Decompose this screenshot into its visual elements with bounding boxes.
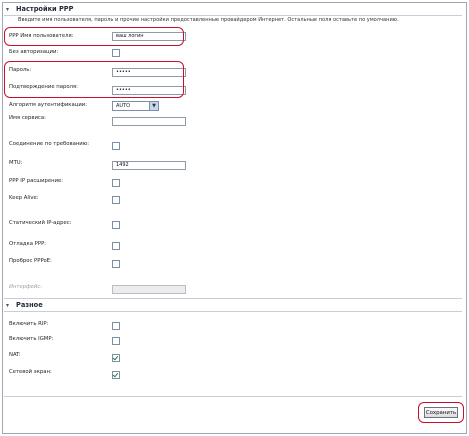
section-divider: [4, 15, 462, 16]
igmp-label: Включить IGMP:: [9, 336, 54, 342]
auth-algo-label: Алгоритм аутентификации:: [9, 102, 88, 108]
ppp-description: Введите имя пользователя, пароль и прочи…: [18, 17, 399, 23]
ppp-section-title: Настройки PPP: [16, 5, 74, 13]
on-demand-checkbox[interactable]: [112, 142, 120, 150]
misc-section-title: Разное: [16, 301, 43, 309]
ppp-ip-ext-checkbox[interactable]: [112, 179, 120, 187]
ppp-section-header[interactable]: ▾ Настройки PPP: [6, 4, 73, 14]
firewall-label: Сетевой экран:: [9, 369, 52, 375]
section-divider: [4, 396, 462, 397]
auth-algo-select[interactable]: AUTO ▼: [112, 101, 159, 111]
collapse-icon[interactable]: ▾: [6, 6, 16, 13]
mtu-label: MTU:: [9, 160, 23, 166]
firewall-checkbox[interactable]: [112, 371, 120, 379]
ppp-debug-checkbox[interactable]: [112, 242, 120, 250]
section-divider: [4, 311, 462, 312]
rip-label: Включить RIP:: [9, 321, 49, 327]
on-demand-label: Соединение по требованию:: [9, 141, 89, 147]
no-auth-checkbox[interactable]: [112, 49, 120, 57]
save-button[interactable]: Сохранить: [424, 407, 458, 418]
nat-checkbox[interactable]: [112, 354, 120, 362]
section-divider: [4, 298, 462, 299]
ppp-ip-ext-label: PPP IP расширение:: [9, 178, 64, 184]
auth-algo-value: AUTO: [116, 103, 131, 109]
password-highlight: [4, 61, 184, 98]
misc-section-header[interactable]: ▾ Разное: [6, 300, 43, 310]
collapse-icon[interactable]: ▾: [6, 302, 16, 309]
no-auth-label: Без авторизации:: [9, 49, 59, 55]
interface-label: Интерфейс:: [9, 284, 43, 290]
static-ip-checkbox[interactable]: [112, 221, 120, 229]
username-highlight: [4, 27, 184, 46]
nat-label: NAT:: [9, 352, 21, 358]
keep-alive-label: Keep Alive:: [9, 195, 39, 201]
pppoe-passthrough-label: Проброс PPPoE:: [9, 258, 52, 264]
static-ip-label: Статический IP-адрес:: [9, 220, 72, 226]
pppoe-passthrough-checkbox[interactable]: [112, 260, 120, 268]
service-name-label: Имя сервиса:: [9, 115, 46, 121]
mtu-input[interactable]: [112, 161, 186, 170]
igmp-checkbox[interactable]: [112, 337, 120, 345]
service-name-input[interactable]: [112, 117, 186, 126]
ppp-debug-label: Отладка PPP:: [9, 241, 47, 247]
rip-checkbox[interactable]: [112, 322, 120, 330]
chevron-down-icon[interactable]: ▼: [149, 102, 158, 110]
keep-alive-checkbox[interactable]: [112, 196, 120, 204]
interface-input: [112, 285, 186, 294]
